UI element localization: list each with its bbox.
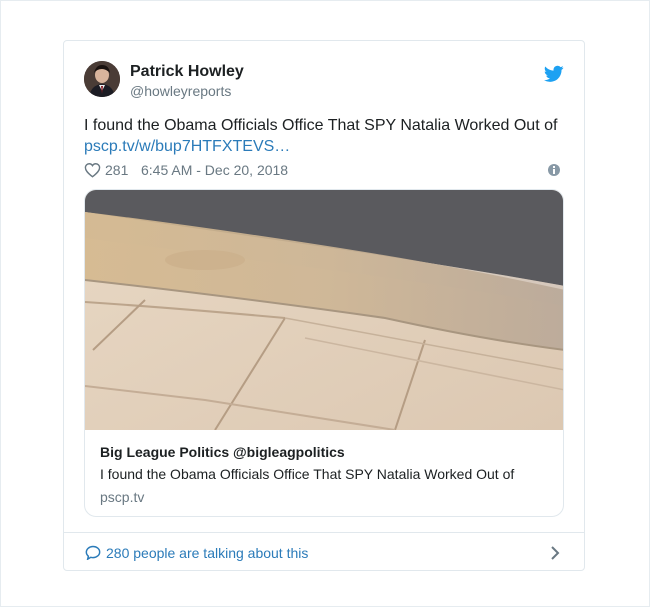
media-image[interactable] (85, 190, 563, 431)
heart-icon[interactable] (84, 162, 101, 178)
author-name[interactable]: Patrick Howley (130, 63, 244, 81)
embedded-tweet[interactable]: Patrick Howley @howleyreports I found th… (63, 40, 585, 571)
tweet-body: I found the Obama Officials Office That … (84, 117, 558, 134)
tweet-meta: 281 6:45 AM - Dec 20, 2018 (84, 161, 564, 181)
timestamp[interactable]: 6:45 AM - Dec 20, 2018 (141, 162, 288, 178)
info-icon[interactable] (548, 164, 560, 176)
chevron-right-icon[interactable] (550, 546, 560, 560)
tweet-link[interactable]: pscp.tv/w/bup7HTFXTEVS… (84, 136, 574, 157)
talking-about-link[interactable]: 280 people are talking about this (106, 545, 308, 561)
tweet-text: I found the Obama Officials Office That … (84, 115, 574, 157)
author-handle[interactable]: @howleyreports (130, 83, 231, 99)
media-description[interactable]: I found the Obama Officials Office That … (100, 466, 514, 482)
media-card[interactable]: Big League Politics @bigleagpolitics I f… (84, 189, 564, 517)
twitter-bird-icon[interactable] (543, 65, 564, 83)
tweet-header: Patrick Howley @howleyreports (84, 61, 564, 101)
conversation-footer[interactable]: 280 people are talking about this (64, 532, 584, 571)
speech-bubble-icon (85, 545, 101, 561)
like-count[interactable]: 281 (105, 162, 128, 178)
media-domain[interactable]: pscp.tv (100, 489, 144, 505)
media-title[interactable]: Big League Politics @bigleagpolitics (100, 444, 345, 460)
avatar[interactable] (84, 61, 120, 97)
